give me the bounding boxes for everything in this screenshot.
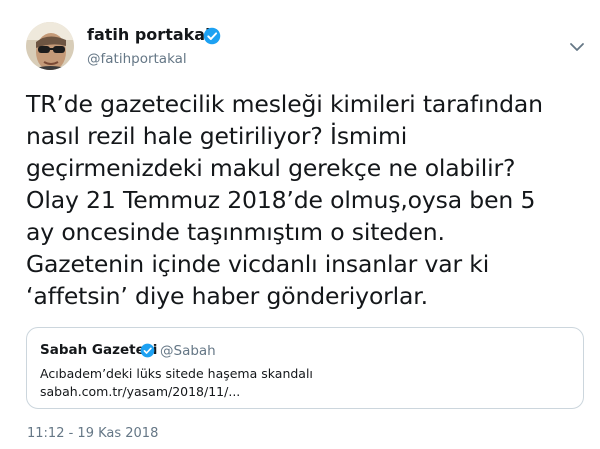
quoted-tweet-text: Acıbadem’deki lüks sitede haşema skandal… [40,365,313,401]
quoted-tweet[interactable]: Sabah Gazetesi @Sabah Acıbadem’deki lüks… [26,327,584,409]
avatar[interactable] [26,22,74,70]
verified-badge-icon [140,343,155,358]
tweet-text-line: geçirmenizdeki makul gerekçe ne olabilir… [26,154,516,182]
tweet-text-line: Olay 21 Temmuz 2018’de olmuş,oysa ben 5 [26,186,536,214]
tweet-text-line: TR’de gazetecilik mesleği kimileri taraf… [26,90,543,118]
tweet-text: TR’de gazetecilik mesleği kimileri taraf… [26,88,586,312]
tweet-card: fatih portakal @fatihportakal TR’de gaze… [0,0,600,449]
verified-badge-icon [203,27,221,45]
tweet-text-line: Gazetenin içinde vicdanlı insanlar var k… [26,250,490,278]
chevron-down-icon[interactable] [569,41,585,53]
tweet-text-line: nasıl rezil hale getiriliyor? İsmimi [26,122,408,150]
author-handle[interactable]: @fatihportakal [87,51,187,67]
quoted-text-line: Acıbadem’deki lüks sitede haşema skandal… [40,366,313,381]
tweet-text-line: ay oncesinde taşınmıştım o siteden. [26,218,445,246]
quoted-author-handle: @Sabah [160,343,216,359]
tweet-text-line: ‘affetsin’ diye haber gönderiyorlar. [26,282,428,310]
quoted-link: sabah.com.tr/yasam/2018/11/... [40,384,241,399]
profile-photo-icon [26,22,74,70]
author-name[interactable]: fatih portakal [87,25,211,44]
tweet-timestamp[interactable]: 11:12 - 19 Kas 2018 [27,426,158,441]
